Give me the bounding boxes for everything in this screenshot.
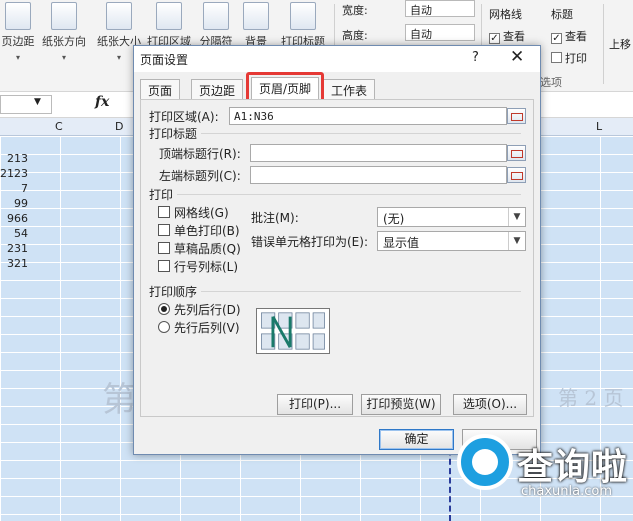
page-watermark: 第	[102, 380, 136, 420]
chevron-down-icon: ▾	[15, 53, 20, 62]
comments-label: 批注(M):	[251, 211, 299, 225]
page-watermark: 第 2 页	[558, 386, 624, 410]
gridlines-label: 网格线(G)	[174, 206, 229, 220]
cell-value[interactable]: 99	[0, 197, 28, 210]
over-then-down-radio[interactable]	[158, 321, 170, 333]
chevron-down-icon[interactable]: ▼	[34, 97, 41, 107]
search-icon	[457, 434, 513, 490]
dialog-titlebar: 页面设置 ? ✕	[134, 46, 540, 72]
print-area-label: 打印区域(A):	[149, 110, 219, 124]
page-setup-dialog: 页面设置 ? ✕ 页面 页边距 页眉/页脚 工作表 打印区域(A): A1:N3…	[133, 45, 541, 455]
rows-repeat-input[interactable]	[250, 144, 507, 162]
margins-icon	[5, 2, 31, 30]
background-icon	[243, 2, 269, 30]
site-logo: 查询啦 chaxunla.com	[455, 420, 633, 521]
margins-button[interactable]: 页边距 ▾	[0, 0, 36, 62]
name-box[interactable]	[0, 95, 52, 114]
down-then-over-label: 先列后行(D)	[174, 303, 241, 317]
divider	[201, 291, 521, 292]
divider	[201, 133, 521, 134]
height-label: 高度:	[342, 29, 368, 42]
down-then-over-radio[interactable]	[158, 303, 170, 315]
headings-view-checkbox[interactable]: ✓ 查看	[551, 28, 587, 44]
page-order-label: 打印顺序	[149, 285, 198, 299]
gridlines-group-label: 网格线	[489, 8, 522, 21]
check-icon: ✓	[489, 33, 500, 44]
black-white-checkbox[interactable]	[158, 224, 170, 236]
print-button[interactable]: 打印(P)...	[277, 394, 353, 415]
gridlines-checkbox[interactable]	[158, 206, 170, 218]
cols-repeat-label: 左端标题列(C):	[159, 169, 241, 183]
chevron-down-icon: ▼	[508, 232, 525, 250]
comments-select[interactable]: (无) ▼	[377, 207, 526, 227]
cell-value[interactable]: 54	[0, 227, 28, 240]
row-col-headings-label: 行号列标(L)	[174, 260, 239, 274]
help-icon[interactable]: ?	[472, 50, 479, 65]
headings-group-label: 标题	[551, 8, 573, 21]
cell-value[interactable]: 321	[0, 257, 28, 270]
print-preview-button[interactable]: 打印预览(W)	[361, 394, 441, 415]
bring-forward-button[interactable]: 上移	[609, 36, 631, 52]
cell-value[interactable]: 213	[0, 152, 28, 165]
draft-quality-label: 草稿品质(Q)	[174, 242, 241, 256]
divider	[177, 194, 521, 195]
chevron-down-icon: ▾	[61, 53, 66, 62]
check-icon: ✓	[551, 33, 562, 44]
range-select-icon[interactable]	[507, 167, 526, 183]
range-select-icon[interactable]	[507, 145, 526, 161]
divider	[603, 4, 604, 84]
ok-button[interactable]: 确定	[379, 429, 454, 450]
print-area-icon	[156, 2, 182, 30]
cols-repeat-input[interactable]	[250, 166, 507, 184]
over-then-down-label: 先行后列(V)	[174, 321, 240, 335]
column-header[interactable]: C	[55, 120, 63, 133]
cell-value[interactable]: 32123	[0, 167, 28, 180]
width-select[interactable]: 自动	[405, 0, 475, 17]
draft-quality-checkbox[interactable]	[158, 242, 170, 254]
breaks-icon	[203, 2, 229, 30]
black-white-label: 单色打印(B)	[174, 224, 240, 238]
cell-errors-label: 错误单元格打印为(E):	[251, 235, 368, 249]
row-col-headings-checkbox[interactable]	[158, 260, 170, 272]
range-select-icon[interactable]	[507, 108, 526, 124]
tab-margins[interactable]: 页边距	[191, 79, 244, 99]
function-icon[interactable]: fx	[95, 94, 109, 110]
gridlines-view-checkbox[interactable]: ✓ 查看	[489, 28, 525, 44]
column-header[interactable]: D	[115, 120, 123, 133]
print-titles-label: 打印标题	[149, 127, 198, 141]
cell-value[interactable]: 966	[0, 212, 28, 225]
sheet-options-label: 选项	[540, 76, 562, 89]
cell-value[interactable]: 7	[0, 182, 28, 195]
height-select[interactable]: 自动	[405, 24, 475, 41]
width-label: 宽度:	[342, 4, 368, 17]
page-order-preview-icon	[256, 308, 330, 354]
orientation-icon	[51, 2, 77, 30]
column-header[interactable]: L	[596, 120, 602, 133]
print-group-label: 打印	[149, 188, 174, 202]
print-titles-icon	[290, 2, 316, 30]
tab-page[interactable]: 页面	[140, 79, 181, 99]
sheet-tab-panel: 打印区域(A): A1:N36 打印标题 顶端标题行(R): 左端标题列(C):…	[140, 99, 534, 417]
print-area-input[interactable]: A1:N36	[229, 107, 507, 125]
options-button[interactable]: 选项(O)...	[453, 394, 527, 415]
cell-errors-select[interactable]: 显示值 ▼	[377, 231, 526, 251]
rows-repeat-label: 顶端标题行(R):	[159, 147, 241, 161]
tab-sheet[interactable]: 工作表	[323, 79, 376, 99]
close-icon[interactable]: ✕	[510, 47, 524, 67]
dialog-title: 页面设置	[140, 53, 189, 67]
paper-size-icon	[106, 2, 132, 30]
orientation-button[interactable]: 纸张方向 ▾	[38, 0, 90, 62]
chevron-down-icon: ▼	[508, 208, 525, 226]
cell-value[interactable]: 231	[0, 242, 28, 255]
headings-print-checkbox[interactable]: 打印	[551, 50, 587, 66]
